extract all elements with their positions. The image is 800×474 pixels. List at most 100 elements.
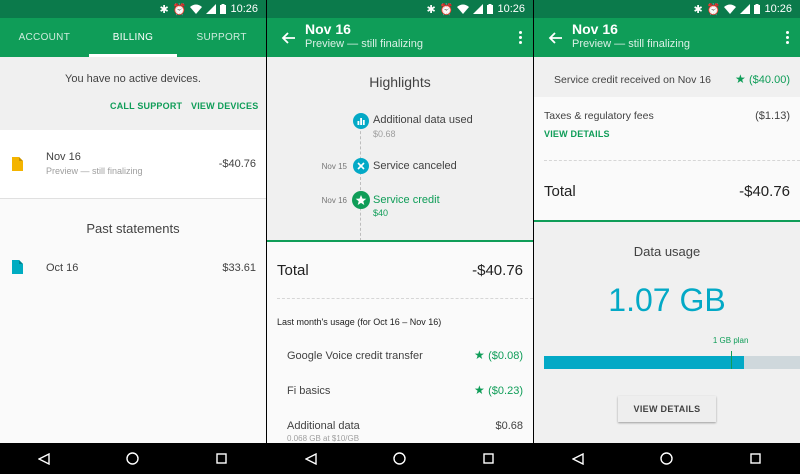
page-subtitle: Preview — still finalizing <box>305 38 423 50</box>
nav-home-icon <box>126 452 140 465</box>
credit-label: Service credit received on Nov 16 <box>554 74 711 86</box>
app-bar: Nov 16 Preview — still finalizing <box>267 18 533 57</box>
total-amount: -$40.76 <box>739 183 790 200</box>
total-label: Total <box>277 262 309 279</box>
billing-screen: ✱ ⏰ 10:26 ACCOUNT BILLING SUPPORT You ha… <box>0 0 266 474</box>
statement-amount: $33.61 <box>222 262 256 274</box>
back-arrow-icon[interactable] <box>546 28 566 48</box>
dashed-divider <box>277 298 533 299</box>
page-subtitle: Preview — still finalizing <box>572 38 690 50</box>
battery-icon <box>220 4 227 14</box>
nav-home-icon <box>393 452 407 465</box>
view-devices-button[interactable]: VIEW DEVICES <box>191 101 258 111</box>
past-statements-heading: Past statements <box>86 221 180 236</box>
nav-recents-icon <box>750 453 761 464</box>
status-time: 10:26 <box>497 3 525 15</box>
app-bar: Nov 16 Preview — still finalizing <box>534 18 800 57</box>
divider <box>0 198 266 199</box>
signal-icon <box>206 4 217 14</box>
credit-amount: ($40.00) <box>749 74 790 86</box>
statement-detail-screen: ✱ ⏰ 10:26 Nov 16 Preview — still finaliz… <box>267 0 533 474</box>
view-details-link[interactable]: VIEW DETAILS <box>544 129 610 139</box>
statement-title: Nov 16 <box>46 151 81 163</box>
credit-row: Service credit received on Nov 16 ★ ($40… <box>534 57 800 97</box>
data-usage-heading: Data usage <box>633 244 701 259</box>
nav-recents-button[interactable] <box>207 447 237 471</box>
nav-home-button[interactable] <box>118 447 148 471</box>
alarm-icon: ⏰ <box>706 3 721 16</box>
summary-content: Service credit received on Nov 16 ★ ($40… <box>534 57 800 443</box>
nav-home-button[interactable] <box>385 447 415 471</box>
line-item-amount: ($0.08) <box>488 350 523 362</box>
star-icon: ★ <box>735 72 746 86</box>
battery-icon <box>754 4 761 14</box>
navigation-bar <box>267 443 533 474</box>
total-label: Total <box>544 183 576 200</box>
wifi-icon <box>724 4 737 14</box>
signal-icon <box>740 4 751 14</box>
star-icon: ★ <box>474 383 485 397</box>
data-usage-fill <box>544 356 744 369</box>
data-usage-amount: 1.07 GB <box>608 282 726 318</box>
total-amount: -$40.76 <box>472 262 523 279</box>
tab-billing[interactable]: BILLING <box>88 18 178 57</box>
bar-chart-icon <box>353 113 369 129</box>
statement-document-icon <box>12 157 23 171</box>
past-statement-row[interactable]: Oct 16 $33.61 <box>0 249 266 289</box>
highlight-label: Additional data used <box>373 114 473 126</box>
billing-content: You have no active devices. CALL SUPPORT… <box>0 57 266 443</box>
star-icon <box>352 191 370 209</box>
battery-icon <box>487 4 494 14</box>
more-options-icon[interactable] <box>782 26 792 48</box>
wifi-icon <box>190 4 203 14</box>
bluetooth-icon: ✱ <box>693 3 703 16</box>
tab-support[interactable]: SUPPORT <box>177 18 266 57</box>
nav-home-icon <box>660 452 674 465</box>
nav-back-icon <box>38 452 51 465</box>
statement-summary-screen: ✱ ⏰ 10:26 Nov 16 Preview — still finaliz… <box>534 0 800 474</box>
nav-home-button[interactable] <box>652 447 682 471</box>
nav-recents-button[interactable] <box>474 447 504 471</box>
nav-back-button[interactable] <box>296 447 326 471</box>
taxes-label: Taxes & regulatory fees <box>544 110 654 122</box>
navigation-bar <box>0 443 266 474</box>
statement-amount: -$40.76 <box>218 158 256 170</box>
plan-label: 1 GB plan <box>712 336 749 345</box>
tab-bar: ACCOUNT BILLING SUPPORT <box>0 18 266 57</box>
nav-back-button[interactable] <box>29 447 59 471</box>
page-title: Nov 16 <box>572 21 618 37</box>
nav-recents-button[interactable] <box>741 447 771 471</box>
current-statement-row[interactable]: Nov 16 Preview — still finalizing -$40.7… <box>0 130 266 198</box>
tab-account[interactable]: ACCOUNT <box>0 18 89 57</box>
highlight-sub: $0.68 <box>373 129 396 139</box>
status-time: 10:26 <box>230 3 258 15</box>
line-item-amount: ($0.23) <box>488 385 523 397</box>
dashed-divider <box>544 160 800 161</box>
highlights-heading: Highlights <box>369 74 431 90</box>
more-options-icon[interactable] <box>515 26 525 48</box>
statement-content: Highlights Additional data used $0.68 No… <box>267 57 533 443</box>
line-item-amount: $0.68 <box>495 420 523 432</box>
highlights-card: Highlights Additional data used $0.68 No… <box>267 57 533 241</box>
devices-card: You have no active devices. CALL SUPPORT… <box>0 57 266 130</box>
data-usage-bar <box>544 351 800 369</box>
page-title: Nov 16 <box>305 21 351 37</box>
view-details-button[interactable]: VIEW DETAILS <box>618 396 716 422</box>
back-arrow-icon[interactable] <box>279 28 299 48</box>
call-support-button[interactable]: CALL SUPPORT <box>110 101 182 111</box>
statement-title: Oct 16 <box>46 262 79 274</box>
nav-back-button[interactable] <box>563 447 593 471</box>
statement-document-icon <box>12 260 23 274</box>
bluetooth-icon: ✱ <box>426 3 436 16</box>
line-item-label: Additional data <box>287 420 360 432</box>
nav-back-icon <box>305 452 318 465</box>
usage-heading: Last month's usage (for Oct 16 – Nov 16) <box>277 317 442 327</box>
plan-marker <box>730 351 733 369</box>
highlight-label: Service credit <box>373 194 440 206</box>
close-icon <box>353 158 369 174</box>
data-usage-card: Data usage 1.07 GB 1 GB plan VIEW DETAIL… <box>534 222 800 443</box>
wifi-icon <box>457 4 470 14</box>
nav-back-icon <box>572 452 585 465</box>
nav-recents-icon <box>483 453 494 464</box>
no-devices-text: You have no active devices. <box>65 73 201 85</box>
